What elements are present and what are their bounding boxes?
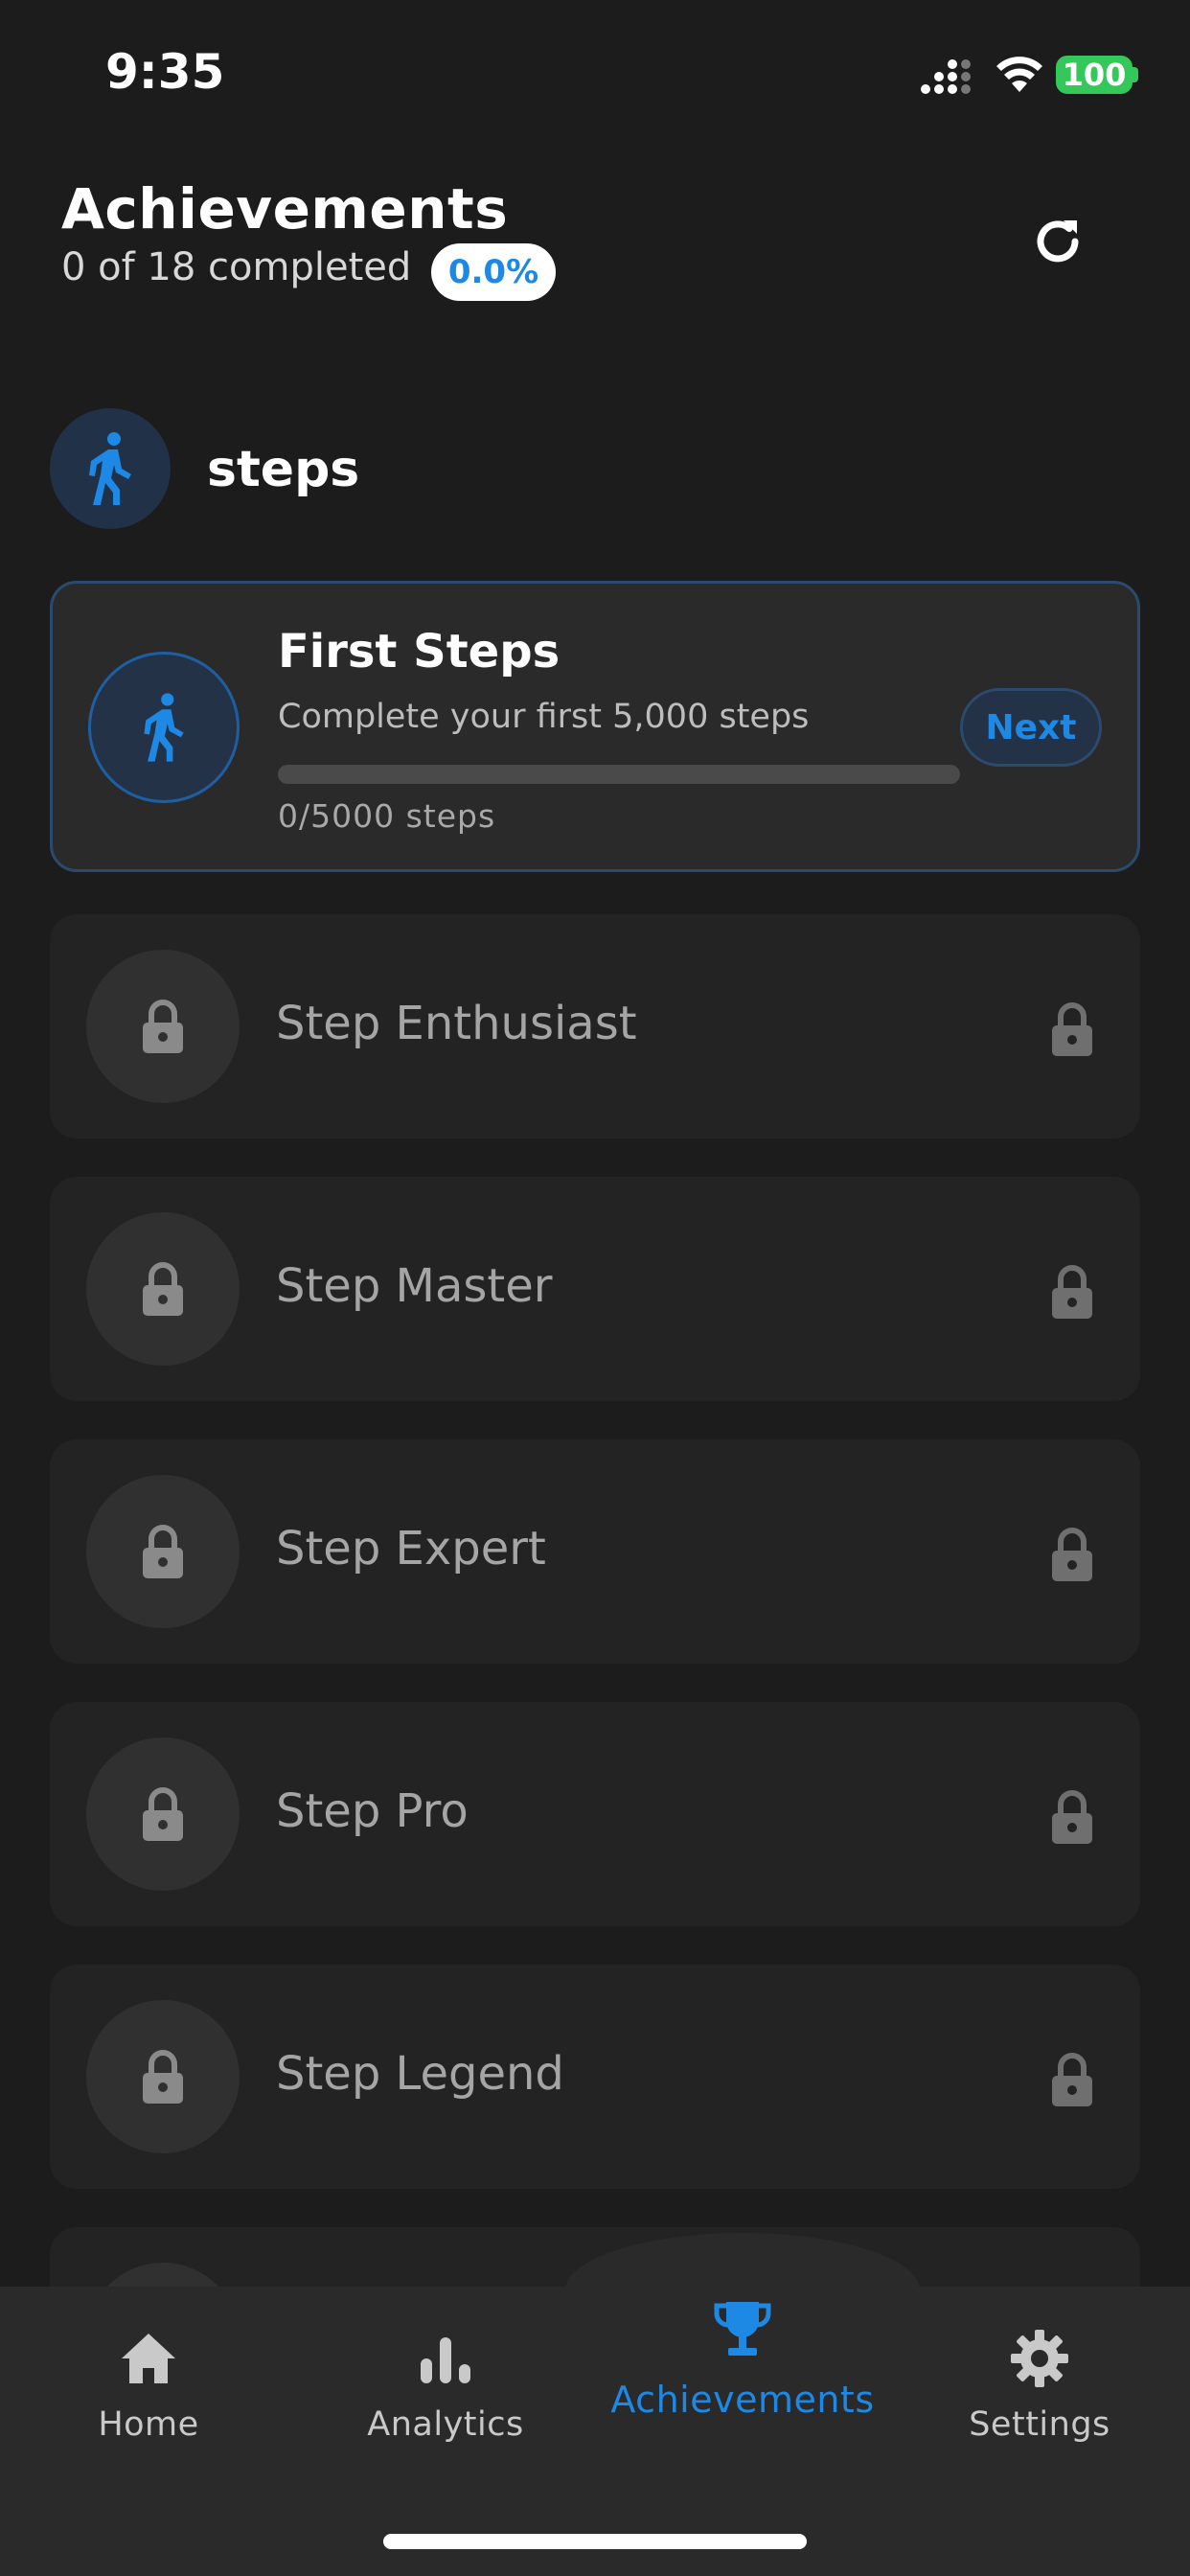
nav-item-settings[interactable]: Settings [891,2287,1188,2526]
achievement-title: Step Enthusiast [276,997,637,1050]
lock-icon [139,998,187,1055]
lock-icon [1048,1788,1096,1846]
page-title: Achievements [61,176,509,242]
achievement-card-locked[interactable]: Step Expert [50,1439,1140,1664]
battery-indicator: 100 [1056,56,1133,94]
achievement-description: Complete your first 5,000 steps [278,698,810,736]
achievement-icon-locked [86,2000,240,2153]
lock-icon [1048,1526,1096,1583]
lock-icon [139,1785,187,1843]
achievement-title: Step Master [276,1259,553,1313]
category-title: steps [207,441,360,498]
lock-icon [1048,1263,1096,1321]
bottom-navigation: Home Analytics Achievements Settings [0,2287,1190,2576]
completion-summary: 0 of 18 completed [61,245,412,289]
nav-item-achievements[interactable]: Achievements [594,2287,891,2526]
lock-icon [139,2048,187,2105]
refresh-button[interactable] [1019,203,1096,280]
gear-icon [1006,2325,1073,2392]
nav-label-analytics: Analytics [367,2405,524,2444]
achievement-icon-locked [86,1475,240,1628]
cellular-signal-icon [921,59,971,94]
lock-icon [1048,1000,1096,1058]
achievement-icon-locked [86,1212,240,1366]
lock-icon [139,1260,187,1318]
lock-icon [1048,2051,1096,2108]
home-icon [115,2325,182,2392]
achievement-progress-text: 0/5000 steps [278,797,496,835]
nav-item-analytics[interactable]: Analytics [297,2287,594,2526]
wifi-icon [996,57,1042,92]
category-avatar [50,408,171,529]
lock-icon [139,1523,187,1580]
nav-item-home[interactable]: Home [0,2287,297,2526]
nav-label-achievements: Achievements [610,2379,875,2421]
achievement-title: Step Pro [276,1784,469,1838]
achievement-card-locked[interactable]: Step Master [50,1177,1140,1401]
bar-chart-icon [412,2325,479,2392]
achievement-icon-locked [86,1737,240,1891]
achievement-icon-locked [86,950,240,1103]
walking-icon [89,432,131,505]
achievement-progress-bar [278,765,960,784]
completion-percent-badge: 0.0% [431,243,556,301]
status-time: 9:35 [105,44,225,100]
next-badge-button[interactable]: Next [960,688,1102,767]
walking-icon [144,693,184,762]
refresh-icon [1037,220,1079,263]
achievement-card-locked[interactable]: Step Enthusiast [50,914,1140,1138]
nav-label-settings: Settings [969,2405,1110,2444]
achievement-title: Step Legend [276,2047,564,2101]
achievement-icon [88,652,240,803]
nav-label-home: Home [98,2405,199,2444]
home-indicator[interactable] [383,2534,807,2549]
achievement-title: Step Expert [276,1522,546,1576]
achievement-title: First Steps [278,625,561,678]
achievement-card-locked[interactable]: Step Legend [50,1965,1140,2189]
trophy-icon [709,2296,776,2363]
battery-tip [1133,67,1138,82]
achievement-card-locked[interactable]: Step Pro [50,1702,1140,1926]
